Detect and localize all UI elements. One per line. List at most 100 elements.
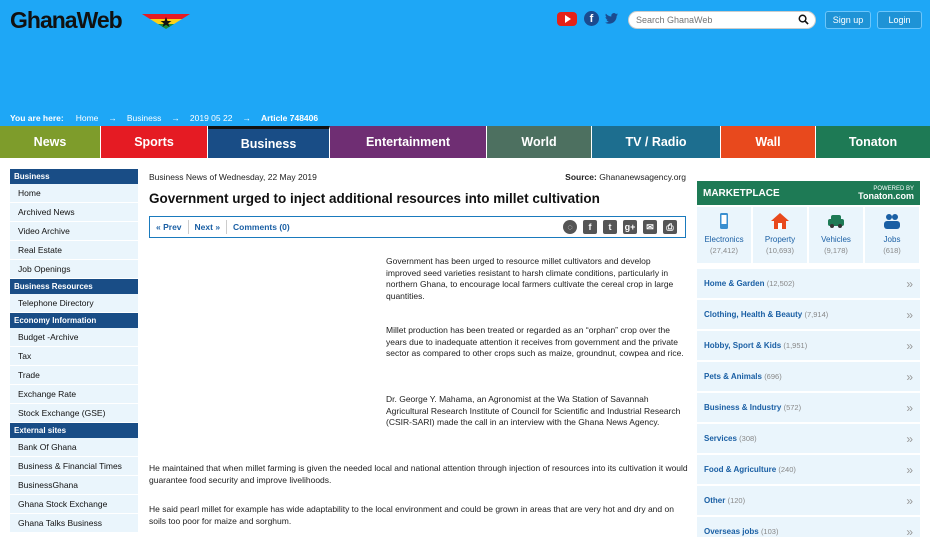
sidebar-heading: External sites — [10, 423, 138, 438]
search-icon[interactable] — [798, 14, 809, 25]
category-jobs[interactable]: Jobs (618) — [865, 207, 919, 263]
marketplace-header[interactable]: MARKETPLACE POWERED BY Tonaton.com — [697, 181, 920, 205]
car-icon — [828, 215, 844, 228]
ghana-flag-icon — [142, 14, 190, 29]
sidebar-item-ghana-stock-exchange[interactable]: Ghana Stock Exchange — [10, 495, 138, 514]
nav-sports[interactable]: Sports — [101, 126, 208, 158]
sidebar-item-job-openings[interactable]: Job Openings — [10, 260, 138, 279]
site-logo[interactable]: GhanaWeb — [10, 7, 123, 34]
category-row[interactable]: Pets & Animals (696) » — [697, 362, 920, 391]
sidebar-heading: Business Resources — [10, 279, 138, 294]
category-label: Home & Garden (12,502) — [704, 279, 795, 288]
nav-news[interactable]: News — [0, 126, 101, 158]
category-count: (240) — [778, 465, 796, 474]
category-electronics[interactable]: Electronics (27,412) — [697, 207, 751, 263]
category-row[interactable]: Overseas jobs (103) » — [697, 517, 920, 537]
breadcrumb-business[interactable]: Business — [127, 113, 162, 123]
category-property[interactable]: Property (10,693) — [753, 207, 807, 263]
nav-wall[interactable]: Wall — [721, 126, 816, 158]
sidebar: Business Home Archived News Video Archiv… — [10, 169, 138, 533]
breadcrumb-date[interactable]: 2019 05 22 — [190, 113, 233, 123]
category-label: Jobs — [883, 235, 901, 244]
sidebar-item-trade[interactable]: Trade — [10, 366, 138, 385]
sidebar-heading: Economy Information — [10, 313, 138, 328]
category-label: Business & Industry (572) — [704, 403, 801, 412]
nav-tv-radio[interactable]: TV / Radio — [592, 126, 721, 158]
category-row[interactable]: Services (308) » — [697, 424, 920, 453]
sidebar-item-tax[interactable]: Tax — [10, 347, 138, 366]
chevron-right-icon: » — [906, 338, 913, 353]
category-name: Services — [704, 434, 737, 443]
tonaton-logo: Tonaton.com — [858, 191, 914, 201]
category-label: Hobby, Sport & Kids (1,951) — [704, 341, 807, 350]
category-row[interactable]: Business & Industry (572) » — [697, 393, 920, 422]
sidebar-item-budget-archive[interactable]: Budget -Archive — [10, 328, 138, 347]
sidebar-item-bft[interactable]: Business & Financial Times — [10, 457, 138, 476]
breadcrumb-lead: You are here: — [10, 113, 64, 123]
sidebar-item-exchange-rate[interactable]: Exchange Rate — [10, 385, 138, 404]
category-label: Vehicles — [821, 235, 851, 244]
print-icon[interactable]: ⎙ — [663, 220, 677, 234]
arrow-right-icon: → — [242, 113, 251, 123]
google-plus-icon[interactable]: g+ — [623, 220, 637, 234]
nav-entertainment[interactable]: Entertainment — [330, 126, 487, 158]
category-label: Clothing, Health & Beauty (7,914) — [704, 310, 828, 319]
facebook-share-icon[interactable]: f — [583, 220, 597, 234]
category-row[interactable]: Hobby, Sport & Kids (1,951) » — [697, 331, 920, 360]
category-vehicles[interactable]: Vehicles (9,178) — [809, 207, 863, 263]
prev-link[interactable]: « Prev — [150, 220, 189, 234]
login-button[interactable]: Login — [877, 11, 922, 29]
comments-link[interactable]: Comments (0) — [227, 220, 296, 234]
category-row[interactable]: Clothing, Health & Beauty (7,914) » — [697, 300, 920, 329]
category-name: Home & Garden — [704, 279, 765, 288]
twitter-icon[interactable] — [604, 11, 619, 26]
nav-tonaton[interactable]: Tonaton — [816, 126, 930, 158]
sidebar-item-telephone-directory[interactable]: Telephone Directory — [10, 294, 138, 313]
nav-business[interactable]: Business — [208, 126, 330, 158]
category-count: (572) — [783, 403, 802, 412]
category-row[interactable]: Other (120) » — [697, 486, 920, 515]
next-link[interactable]: Next » — [189, 220, 228, 234]
signup-button[interactable]: Sign up — [825, 11, 871, 29]
category-label: Pets & Animals (696) — [704, 372, 782, 381]
sidebar-item-ghana-talks-business[interactable]: Ghana Talks Business — [10, 514, 138, 533]
site-header: GhanaWeb f Sign up Login You are here: H… — [0, 0, 930, 126]
sidebar-item-businessghana[interactable]: BusinessGhana — [10, 476, 138, 495]
twitter-share-icon[interactable]: t — [603, 220, 617, 234]
chevron-right-icon: » — [906, 400, 913, 415]
chevron-right-icon: » — [906, 493, 913, 508]
category-row[interactable]: Food & Agriculture (240) » — [697, 455, 920, 484]
source-label: Source: — [565, 172, 597, 182]
sidebar-item-stock-exchange[interactable]: Stock Exchange (GSE) — [10, 404, 138, 423]
article-source: Source: Ghananewsagency.org — [565, 172, 686, 182]
search-input[interactable] — [636, 12, 796, 28]
article-paragraph: Government has been urged to resource mi… — [386, 256, 674, 301]
nav-world[interactable]: World — [487, 126, 592, 158]
sidebar-item-archived-news[interactable]: Archived News — [10, 203, 138, 222]
breadcrumb-home[interactable]: Home — [76, 113, 99, 123]
facebook-icon[interactable]: f — [584, 11, 599, 26]
sidebar-item-bank-of-ghana[interactable]: Bank Of Ghana — [10, 438, 138, 457]
search-box[interactable] — [628, 11, 816, 29]
category-count: (12,502) — [766, 279, 795, 288]
category-count: (9,178) — [824, 246, 848, 255]
category-name: Business & Industry — [704, 403, 782, 412]
phone-icon — [720, 213, 728, 229]
sidebar-heading: Business — [10, 169, 138, 184]
article: Business News of Wednesday, 22 May 2019 … — [149, 172, 686, 238]
sidebar-item-home[interactable]: Home — [10, 184, 138, 203]
category-label: Food & Agriculture (240) — [704, 465, 796, 474]
sidebar-item-real-estate[interactable]: Real Estate — [10, 241, 138, 260]
category-count: (618) — [883, 246, 901, 255]
category-count: (27,412) — [710, 246, 738, 255]
sidebar-item-video-archive[interactable]: Video Archive — [10, 222, 138, 241]
marketplace-title: MARKETPLACE — [703, 187, 780, 199]
whatsapp-icon[interactable]: ◌ — [563, 220, 577, 234]
youtube-icon[interactable] — [557, 12, 577, 26]
chevron-right-icon: » — [906, 276, 913, 291]
category-name: Pets & Animals — [704, 372, 762, 381]
arrow-right-icon: → — [108, 113, 117, 123]
category-row[interactable]: Home & Garden (12,502) » — [697, 269, 920, 298]
chevron-right-icon: » — [906, 307, 913, 322]
email-icon[interactable]: ✉ — [643, 220, 657, 234]
